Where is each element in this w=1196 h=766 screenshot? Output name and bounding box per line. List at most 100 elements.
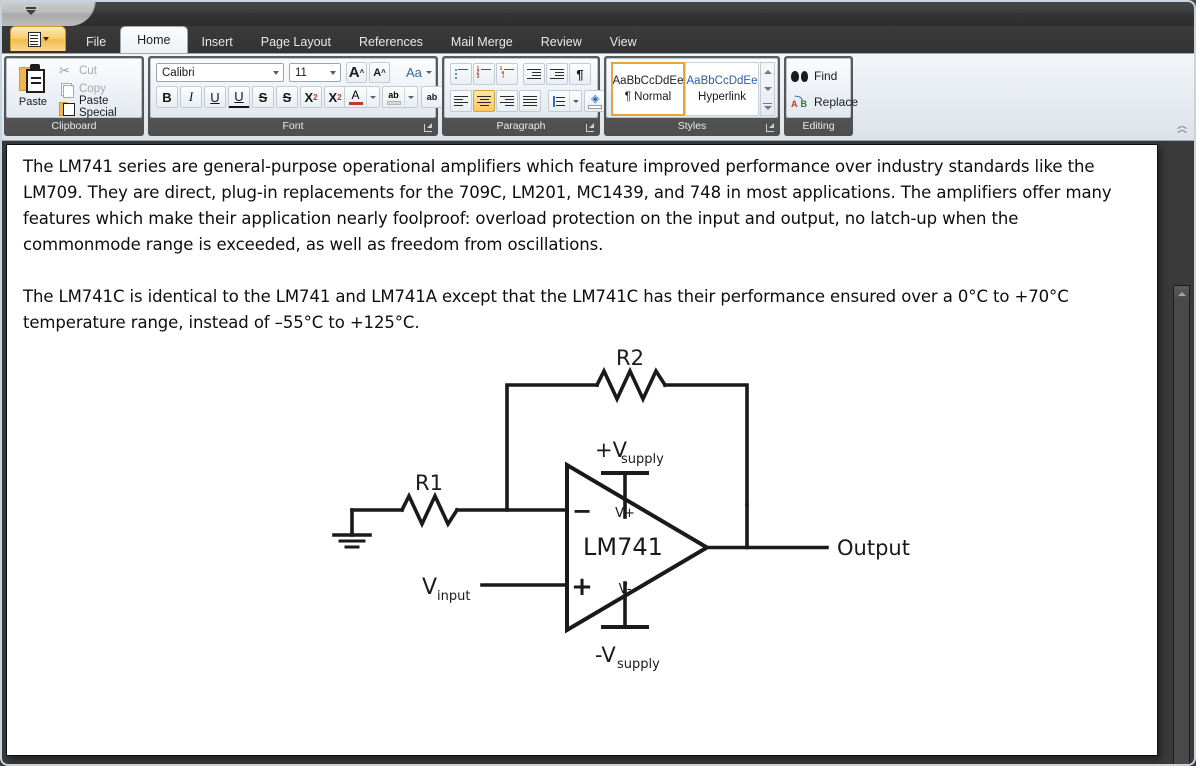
superscript-button[interactable]: X2 <box>300 86 322 108</box>
show-marks-icon[interactable]: ¶ <box>569 63 591 85</box>
label-vinput-sub: input <box>437 589 470 604</box>
ribbon-group-clipboard: Paste Cut Copy Paste Special Clipboard <box>4 56 144 136</box>
tab-references[interactable]: References <box>345 31 437 53</box>
chevron-down-icon[interactable] <box>569 91 581 111</box>
tab-insert[interactable]: Insert <box>188 31 247 53</box>
binoculars-icon <box>791 70 808 83</box>
double-underline-button[interactable]: U <box>228 86 250 108</box>
paragraph-dialog-launcher[interactable] <box>585 123 596 134</box>
grow-font-label: A <box>348 64 360 81</box>
replace-button[interactable]: AB Replace <box>791 90 858 114</box>
chevron-up-icon[interactable] <box>761 63 774 80</box>
justify-icon[interactable] <box>519 90 541 112</box>
group-label-font: Font <box>282 120 304 132</box>
tab-label: Insert <box>201 35 233 49</box>
quick-access-toolbar <box>0 0 96 26</box>
style-name: Hyperlink <box>698 91 746 103</box>
shrink-font-label: A <box>373 66 382 79</box>
group-label-styles: Styles <box>677 120 707 132</box>
line-spacing-icon[interactable] <box>548 90 582 112</box>
label-inverting-pin: − <box>572 497 592 525</box>
document-page[interactable]: The LM741 series are general-purpose ope… <box>6 144 1158 756</box>
paragraph-2: The LM741C is identical to the LM741 and… <box>23 287 1069 332</box>
chevron-down-icon <box>42 37 49 41</box>
align-left-icon[interactable] <box>450 90 472 112</box>
font-dialog-launcher[interactable] <box>423 123 434 134</box>
chevron-down-icon[interactable] <box>20 4 42 20</box>
shrink-font-button[interactable]: A ^ <box>369 62 390 83</box>
tab-view[interactable]: View <box>596 31 651 53</box>
align-center-icon[interactable] <box>473 90 495 112</box>
triangle-up-icon[interactable] <box>1174 286 1189 302</box>
increase-indent-icon[interactable] <box>546 63 568 85</box>
change-case-label: Aa <box>406 65 422 80</box>
style-item-hyperlink[interactable]: AaBbCcDdEе Hyperlink <box>685 62 759 116</box>
superscript-label: X <box>304 89 314 105</box>
font-size-input[interactable]: 11 <box>289 63 341 82</box>
label-vminus-supply-sub: supply <box>617 657 660 672</box>
clipboard-paste-icon <box>19 63 47 95</box>
chevron-down-icon <box>425 71 432 74</box>
paste-special-button[interactable]: Paste Special <box>57 95 145 119</box>
ribbon-tabs: File Home Insert Page Layout References … <box>72 26 651 53</box>
tab-home[interactable]: Home <box>120 26 188 53</box>
align-right-icon[interactable] <box>496 90 518 112</box>
document-text-body[interactable]: The LM741 series are general-purpose ope… <box>23 154 1141 336</box>
title-bar <box>0 0 1196 26</box>
subscript-button[interactable]: X2 <box>324 86 346 108</box>
font-color-button[interactable]: A <box>344 86 380 108</box>
chevron-down-icon[interactable] <box>761 81 774 98</box>
decrease-indent-icon[interactable] <box>523 63 545 85</box>
document-menu-icon <box>27 31 41 47</box>
bold-button[interactable]: B <box>156 86 178 108</box>
tab-label: File <box>86 35 107 49</box>
numbering-icon[interactable]: 123 <box>473 63 495 85</box>
superscript-mark: 2 <box>313 92 318 102</box>
highlight-color-button[interactable]: ab <box>382 86 418 108</box>
word-application-window: File Home Insert Page Layout References … <box>0 0 1196 766</box>
tab-page-layout[interactable]: Page Layout <box>247 31 345 53</box>
chevron-down-icon[interactable] <box>404 87 416 107</box>
style-item-normal[interactable]: AaBbCcDdEе ¶ Normal <box>611 62 685 116</box>
copy-icon <box>59 82 74 98</box>
bullets-icon[interactable] <box>450 63 472 85</box>
circuit-diagram-image[interactable]: R2 R1 +V supply -V supply − + V+ V- LM74… <box>307 345 927 685</box>
vertical-scrollbar[interactable] <box>1173 285 1190 766</box>
copy-label: Copy <box>79 83 106 95</box>
styles-gallery: AaBbCcDdEе ¶ Normal AaBbCcDdEе Hyperlink <box>611 62 759 116</box>
clear-formatting-button[interactable]: ab <box>421 86 443 108</box>
change-case-button[interactable]: Aa <box>406 63 446 82</box>
paste-label: Paste <box>18 96 48 108</box>
styles-dialog-launcher[interactable] <box>765 123 776 134</box>
chevron-up-icon[interactable] <box>1174 123 1190 137</box>
italic-button[interactable]: I <box>180 86 202 108</box>
double-strikethrough-label: S <box>282 89 292 105</box>
more-styles-icon[interactable] <box>761 98 774 115</box>
find-button[interactable]: Find <box>791 64 837 88</box>
replace-icon: AB <box>791 94 808 109</box>
tab-file[interactable]: File <box>72 31 120 53</box>
italic-label: I <box>188 89 194 104</box>
font-name-input[interactable]: Calibri <box>156 63 284 82</box>
chevron-down-icon[interactable] <box>330 71 336 75</box>
cut-button[interactable]: Cut <box>57 62 145 80</box>
chevron-down-icon[interactable] <box>273 71 279 75</box>
clear-formatting-label: ab <box>426 91 438 102</box>
grow-font-button[interactable]: A ^ <box>346 62 367 83</box>
tab-mail-merge[interactable]: Mail Merge <box>437 31 527 53</box>
double-strikethrough-button[interactable]: S <box>276 86 298 108</box>
ribbon-group-editing: Find AB Replace Editing <box>784 56 858 136</box>
office-menu-button[interactable] <box>10 26 66 51</box>
group-label-editing: Editing <box>802 120 835 132</box>
label-noninverting-pin: + <box>571 572 593 602</box>
paste-button[interactable]: Paste <box>11 61 55 117</box>
styles-gallery-scrollbar[interactable] <box>760 62 775 116</box>
ribbon: Paste Cut Copy Paste Special Clipboard <box>0 53 1196 141</box>
group-label-clipboard: Clipboard <box>51 120 97 132</box>
multilevel-list-icon[interactable]: 1ai <box>496 63 518 85</box>
strikethrough-button[interactable]: S <box>252 86 274 108</box>
font-color-swatch <box>348 101 363 105</box>
chevron-down-icon[interactable] <box>366 87 378 107</box>
tab-review[interactable]: Review <box>527 31 596 53</box>
underline-button[interactable]: U <box>204 86 226 108</box>
